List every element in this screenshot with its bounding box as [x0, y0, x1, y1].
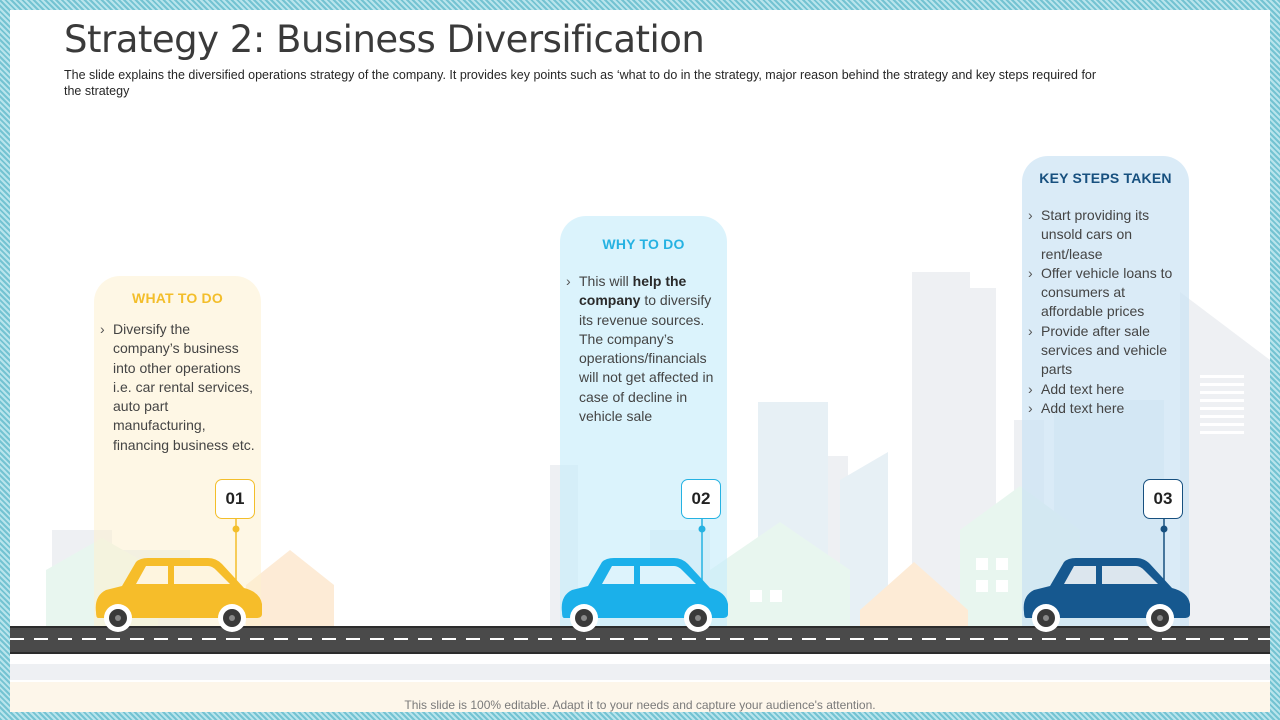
navy-car-icon	[1023, 558, 1190, 632]
slide: Strategy 2: Business Diversification The…	[10, 10, 1270, 712]
step-number-badge-3: 03	[1143, 479, 1183, 519]
yellow-car-icon	[95, 558, 262, 632]
slide-footer-note: This slide is 100% editable. Adapt it to…	[404, 698, 876, 712]
step-number-badge-1: 01	[215, 479, 255, 519]
blue-car-icon	[561, 558, 728, 632]
step-number-badge-2: 02	[681, 479, 721, 519]
road-lane-marking	[10, 638, 1270, 640]
